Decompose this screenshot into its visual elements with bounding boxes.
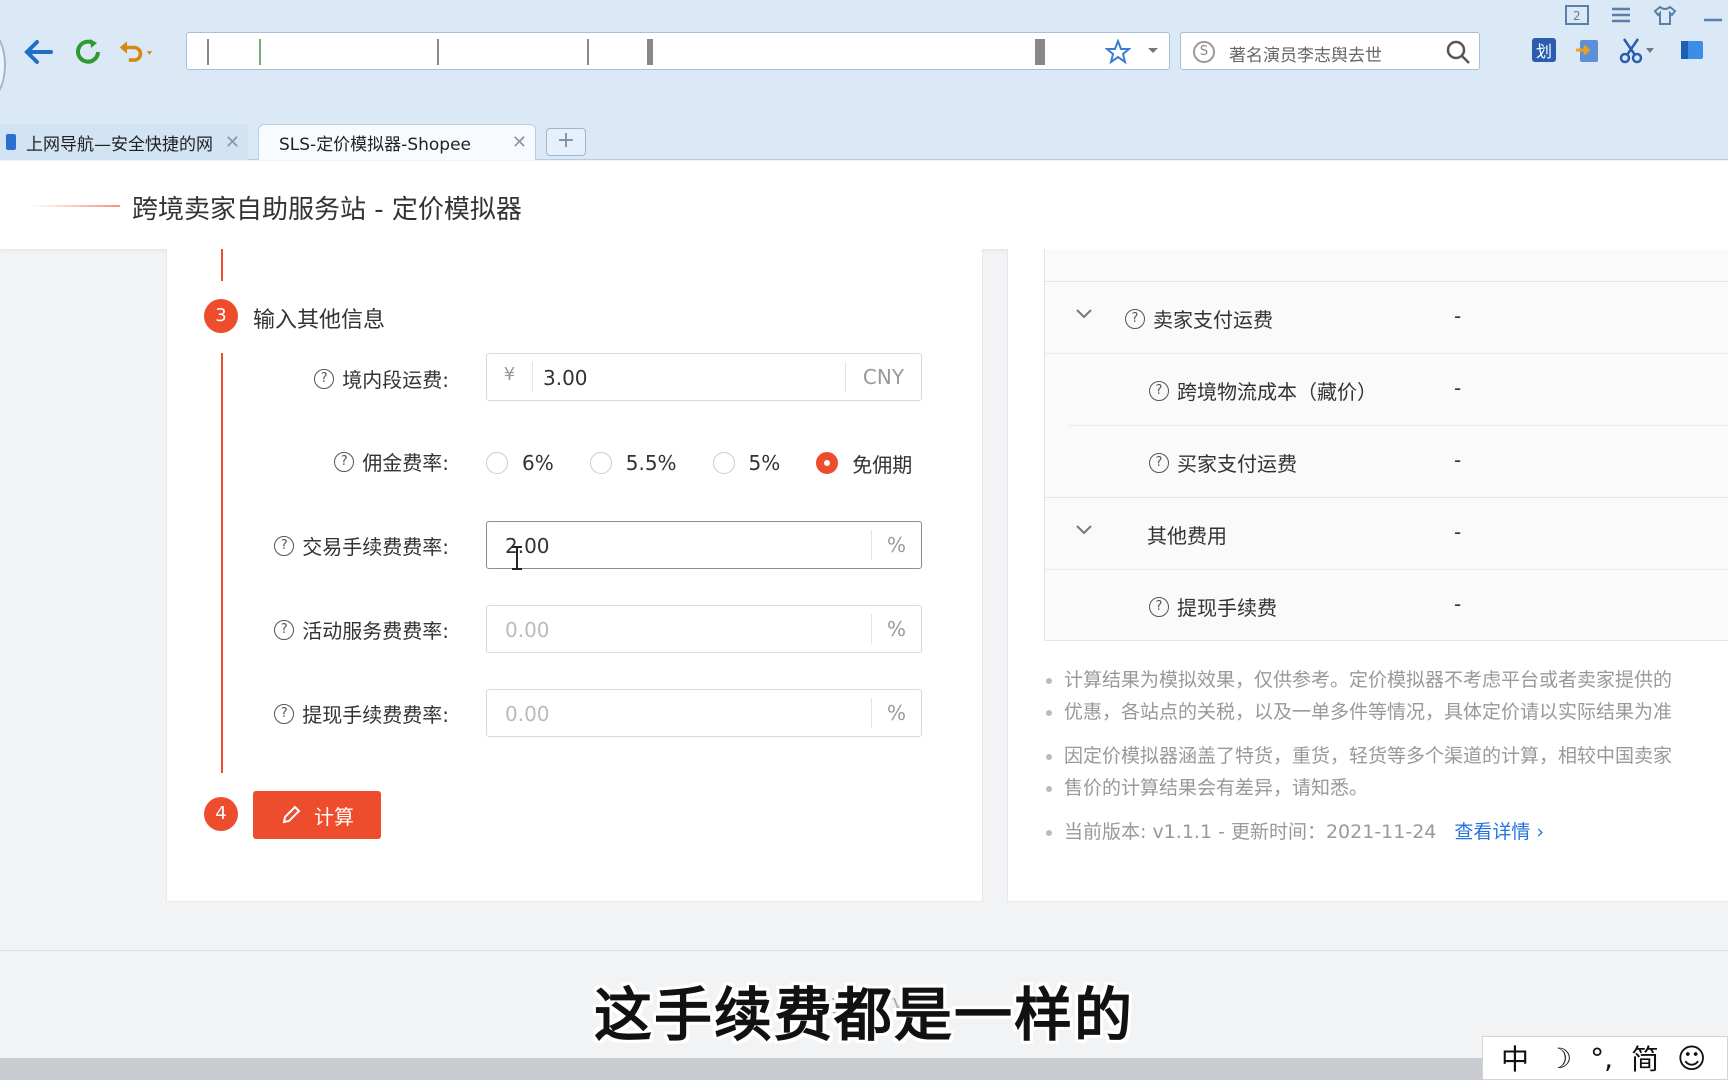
minimize-icon[interactable] xyxy=(1700,4,1726,26)
browser-toolbar: S 著名演员李志舆去世 划 2 上网导航—安全快捷的网 ✕ SLS-定价模拟器-… xyxy=(0,0,1728,160)
back-arrow-icon xyxy=(24,40,53,64)
tab-close-icon[interactable]: ✕ xyxy=(512,132,527,153)
help-icon[interactable]: ? xyxy=(1125,308,1145,329)
activity-fee-label: ? 活动服务费费率: xyxy=(274,615,449,644)
transaction-fee-label: ? 交易手续费费率: xyxy=(274,531,449,560)
step-3-badge: 3 xyxy=(204,299,238,333)
help-icon[interactable]: ? xyxy=(1149,596,1169,617)
help-icon[interactable]: ? xyxy=(274,619,295,640)
undo-button[interactable] xyxy=(118,34,154,70)
sidebar-icon[interactable] xyxy=(1678,36,1706,64)
notes: 计算结果为模拟效果，仅供参考。定价模拟器不考虑平台或者卖家提供的 优惠，各站点的… xyxy=(1044,664,1728,860)
search-icon[interactable] xyxy=(1445,39,1471,65)
help-icon[interactable]: ? xyxy=(274,535,295,556)
back-button[interactable] xyxy=(20,34,56,70)
help-icon[interactable]: ? xyxy=(274,703,295,724)
tab-close-icon[interactable]: ✕ xyxy=(225,132,240,153)
page-header: 跨境卖家自助服务站 - 定价模拟器 xyxy=(0,161,1728,249)
commission-option-free[interactable]: 免佣期 xyxy=(816,449,912,478)
text-cursor-icon xyxy=(512,546,522,570)
tab-count-icon[interactable]: 2 xyxy=(1564,4,1590,26)
commission-label: ? 佣金费率: xyxy=(334,447,449,476)
page-title: 跨境卖家自助服务站 - 定价模拟器 xyxy=(132,195,522,225)
currency-prefix: ¥ xyxy=(487,362,533,392)
chevron-down-icon[interactable] xyxy=(1075,308,1093,320)
result-card: ? 卖家支付运费 - ? 跨境物流成本（藏价） - ? 买家支付运费 - 其他费用 -… xyxy=(1007,249,1728,902)
refresh-button[interactable] xyxy=(70,34,106,70)
step-3-title: 输入其他信息 xyxy=(253,308,386,333)
input-form-card: 3 输入其他信息 ? 境内段运费: ¥ 3.00 CNY ? 佣金费率: 6% … xyxy=(166,249,983,902)
search-input[interactable]: 著名演员李志舆去世 xyxy=(1229,41,1382,66)
calculate-button[interactable]: 计算 xyxy=(253,791,381,839)
help-icon[interactable]: ? xyxy=(314,368,335,389)
skin-icon[interactable] xyxy=(1652,4,1678,26)
commission-option-5-5[interactable]: 5.5% xyxy=(589,451,677,475)
note-item: 因定价模拟器涵盖了特货，重货，轻货等多个渠道的计算，相较中国卖家 xyxy=(1044,740,1728,772)
withdraw-fee-placeholder: 0.00 xyxy=(505,702,550,726)
svg-text:2: 2 xyxy=(1573,9,1581,23)
header-logo[interactable] xyxy=(30,205,120,207)
site-favicon-icon xyxy=(6,134,16,150)
ime-toolbar[interactable]: 中 ☽ °, 简 ☺ xyxy=(1482,1036,1728,1080)
domestic-shipping-value: 3.00 xyxy=(543,366,588,390)
domestic-shipping-field[interactable]: ¥ 3.00 CNY xyxy=(486,353,922,401)
tab-pricing-simulator[interactable]: SLS-定价模拟器-Shopee ✕ xyxy=(258,124,536,160)
refresh-icon xyxy=(76,39,100,64)
tab-navigation[interactable]: 上网导航—安全快捷的网 ✕ xyxy=(0,124,248,160)
percent-suffix: % xyxy=(871,698,921,728)
taskbar xyxy=(0,1058,1728,1080)
ime-simplified[interactable]: 简 xyxy=(1631,1038,1659,1078)
chevron-down-icon[interactable] xyxy=(1075,524,1093,536)
menu-icon[interactable] xyxy=(1608,4,1634,26)
commission-option-6[interactable]: 6% xyxy=(486,451,554,475)
footer-divider xyxy=(0,950,1728,951)
commission-option-5[interactable]: 5% xyxy=(712,451,780,475)
fee-row[interactable]: 其他费用 - xyxy=(1045,497,1728,569)
new-tab-button[interactable]: + xyxy=(546,128,586,156)
ime-punctuation[interactable]: °, xyxy=(1590,1042,1613,1075)
domestic-shipping-label: ? 境内段运费: xyxy=(314,364,449,393)
details-link[interactable]: 查看详情 › xyxy=(1454,821,1544,843)
version-info: 当前版本: v1.1.1 - 更新时间：2021-11-24 查看详情 › xyxy=(1044,816,1728,848)
fee-row[interactable]: ? 卖家支付运费 - xyxy=(1045,281,1728,353)
search-box[interactable]: S 著名演员李志舆去世 xyxy=(1180,32,1480,70)
percent-suffix: % xyxy=(871,530,921,560)
svg-text:划: 划 xyxy=(1536,42,1552,61)
fee-row: ? 提现手续费 - xyxy=(1045,569,1728,641)
withdraw-fee-label: ? 提现手续费费率: xyxy=(274,699,449,728)
clipboard-icon[interactable] xyxy=(1574,36,1602,64)
star-icon[interactable] xyxy=(1105,39,1131,65)
address-bar[interactable] xyxy=(186,32,1170,70)
ime-chinese-mode[interactable]: 中 xyxy=(1501,1038,1529,1078)
emoji-icon[interactable]: ☺ xyxy=(1677,1042,1706,1075)
help-icon[interactable]: ? xyxy=(334,451,355,472)
currency-suffix: CNY xyxy=(845,362,921,392)
transaction-fee-field[interactable]: 2.00 % xyxy=(486,521,922,569)
note-item: 计算结果为模拟效果，仅供参考。定价模拟器不考虑平台或者卖家提供的 xyxy=(1044,664,1728,696)
note-item-cont: 优惠，各站点的关税，以及一单多件等情况，具体定价请以实际结果为准 xyxy=(1044,696,1728,728)
activity-fee-field[interactable]: 0.00 % xyxy=(486,605,922,653)
video-subtitle: 这手续费都是一样的 xyxy=(593,981,1134,1049)
scissors-icon[interactable] xyxy=(1618,36,1654,64)
browser-logo[interactable] xyxy=(0,30,6,100)
help-icon[interactable]: ? xyxy=(1149,380,1169,401)
undo-icon xyxy=(119,41,153,62)
note-item-cont: 售价的计算结果会有差异，请知悉。 xyxy=(1044,772,1728,804)
activity-fee-placeholder: 0.00 xyxy=(505,618,550,642)
withdraw-fee-field[interactable]: 0.00 % xyxy=(486,689,922,737)
pencil-icon xyxy=(282,805,301,824)
translate-icon[interactable]: 划 xyxy=(1530,36,1558,64)
search-engine-icon: S xyxy=(1193,41,1215,63)
fee-row: ? 跨境物流成本（藏价） - xyxy=(1045,353,1728,425)
help-icon[interactable]: ? xyxy=(1149,452,1169,473)
fee-row: ? 买家支付运费 - xyxy=(1069,425,1728,497)
moon-icon[interactable]: ☽ xyxy=(1547,1042,1572,1075)
step-connector xyxy=(221,249,223,281)
fee-breakdown: ? 卖家支付运费 - ? 跨境物流成本（藏价） - ? 买家支付运费 - 其他费用 -… xyxy=(1044,249,1728,641)
step-4-badge: 4 xyxy=(204,797,238,831)
chevron-down-icon[interactable] xyxy=(1147,47,1159,55)
percent-suffix: % xyxy=(871,614,921,644)
commission-radio-group: 6% 5.5% 5% 免佣期 xyxy=(486,443,912,483)
